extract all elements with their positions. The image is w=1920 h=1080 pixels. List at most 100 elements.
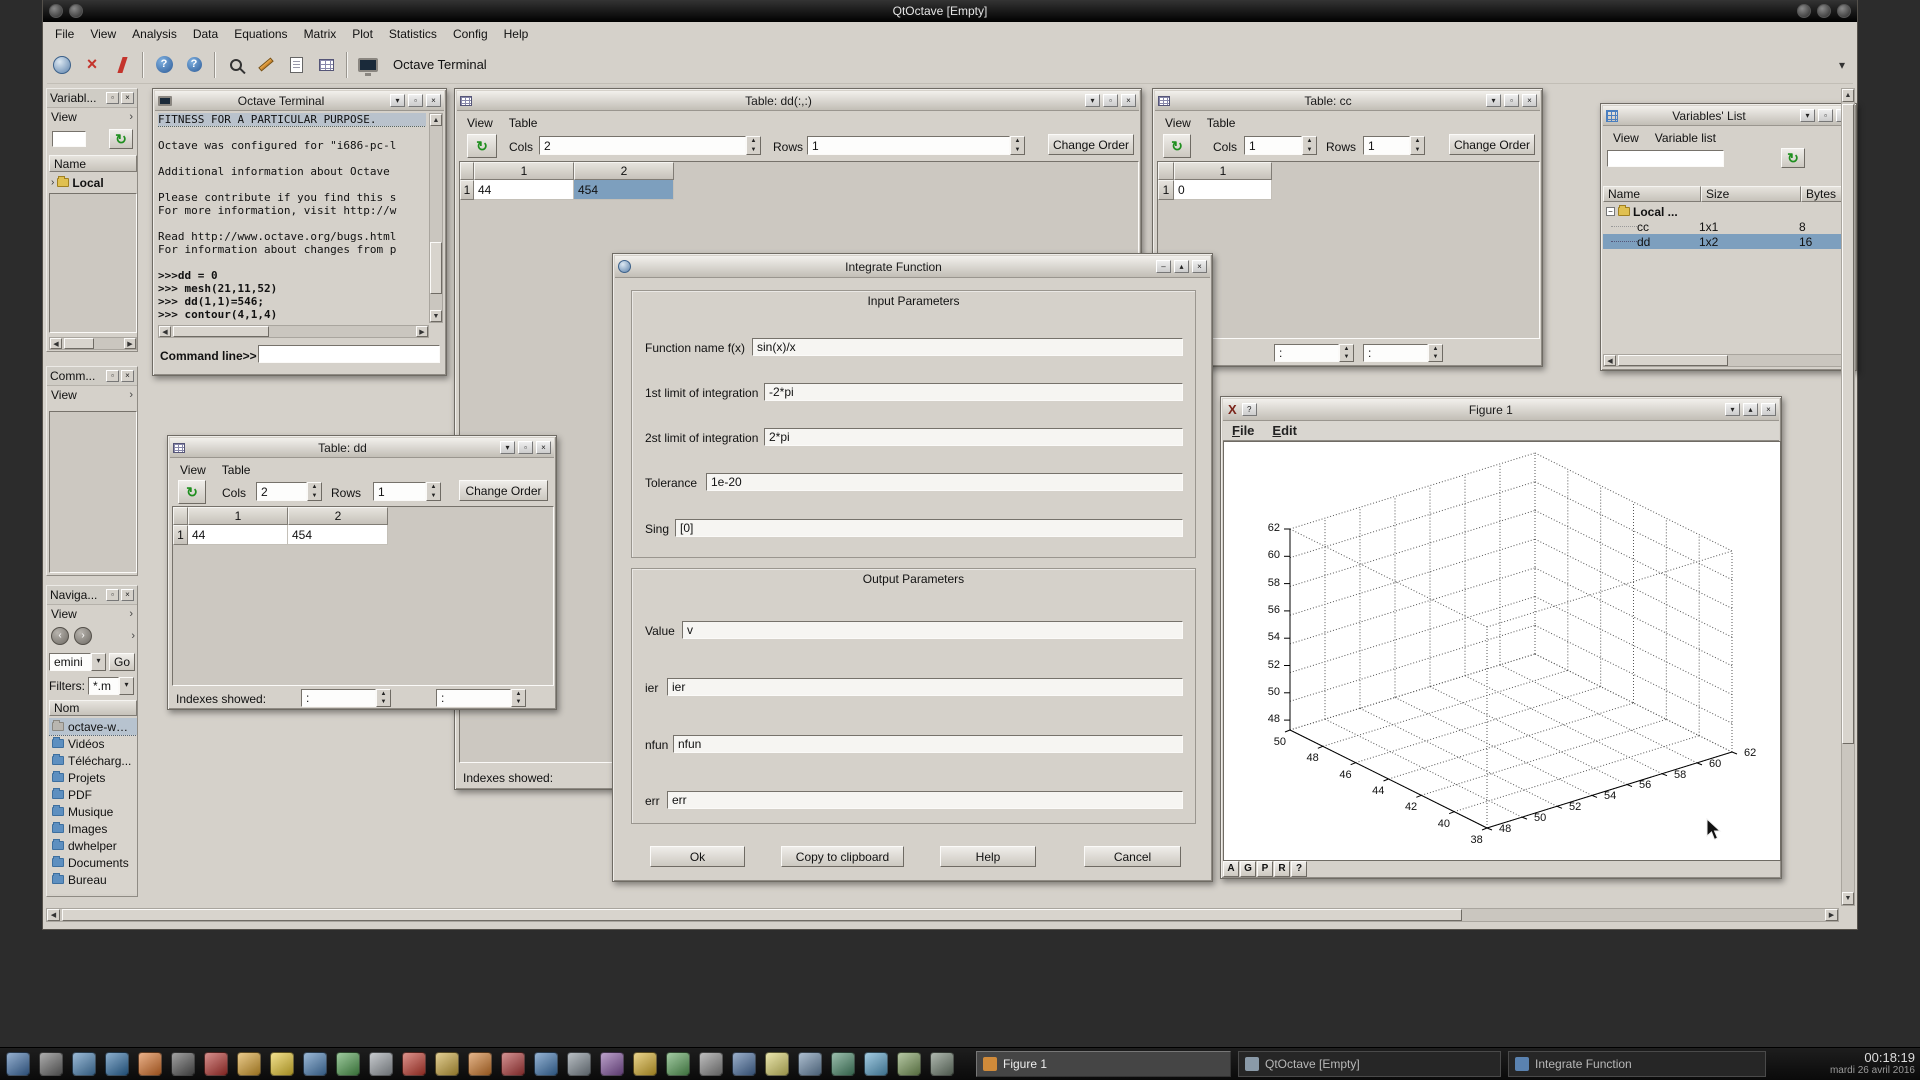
chevron-right-icon[interactable]: › (131, 630, 135, 642)
combo-arrow[interactable]: ▾ (119, 677, 134, 695)
refresh-button[interactable]: ↻ (178, 480, 206, 504)
spin-arrows[interactable]: ▲▼ (1428, 344, 1443, 362)
web-browser-icon[interactable] (105, 1052, 129, 1076)
spin-down-icon[interactable]: ▼ (1429, 353, 1442, 361)
spin-down-icon[interactable]: ▼ (308, 492, 321, 501)
float-icon[interactable]: ▫ (408, 94, 423, 107)
value-field[interactable]: v (682, 621, 1183, 639)
float-icon[interactable]: ▫ (1504, 94, 1519, 107)
spin-arrows[interactable]: ▲▼ (1339, 344, 1354, 362)
dialog-titlebar[interactable]: Integrate Function – ▴ × (615, 256, 1210, 278)
spin-up-icon[interactable]: ▲ (1411, 137, 1424, 146)
go-button[interactable]: Go (109, 653, 135, 671)
quit-icon[interactable]: × (77, 50, 107, 80)
table-cell[interactable]: 44 (188, 525, 288, 545)
spin-down-icon[interactable]: ▼ (1303, 146, 1316, 155)
scrollbar-slider[interactable] (173, 326, 269, 337)
menu-view[interactable]: View (1605, 128, 1647, 146)
scroll-left-icon[interactable]: ◀ (50, 338, 62, 349)
chevron-right-icon[interactable]: › (129, 389, 133, 401)
back-icon[interactable]: ‹ (51, 627, 69, 645)
navigator-item[interactable]: Bureau (49, 871, 137, 888)
tree-collapse-icon[interactable]: − (1606, 207, 1615, 216)
column-header[interactable]: 2 (288, 507, 388, 525)
toolbar-extension-icon[interactable]: ▾ (1839, 58, 1845, 72)
navigator-item[interactable]: dwhelper (49, 837, 137, 854)
terminal-output[interactable]: FITNESS FOR A PARTICULAR PURPOSE. Octave… (158, 113, 426, 323)
rows-spinbox[interactable]: 1 ▲▼ (1363, 136, 1425, 155)
index-spinbox[interactable]: : ▲▼ (436, 689, 526, 707)
rows-spinbox[interactable]: 1 ▲▼ (373, 482, 441, 501)
menu-view[interactable]: View (459, 113, 501, 133)
menu-data[interactable]: Data (185, 24, 226, 44)
index-spinbox[interactable]: : ▲▼ (1274, 344, 1354, 362)
table-cell[interactable]: 454 (288, 525, 388, 545)
variables-list-hscrollbar[interactable]: ◀ ▶ (1603, 354, 1854, 367)
figure-canvas[interactable]: 6260585654525048504846444240384850525456… (1223, 441, 1781, 861)
chevron-right-icon[interactable]: › (129, 111, 133, 123)
navigator-item[interactable]: PDF (49, 786, 137, 803)
close-icon[interactable]: × (121, 370, 134, 382)
close-icon[interactable] (1837, 4, 1851, 18)
terminal-titlebar[interactable]: Octave Terminal ▾ ▫ × (155, 91, 444, 111)
terminal-hscrollbar[interactable]: ◀ ▶ (158, 325, 429, 338)
scroll-left-icon[interactable]: ◀ (47, 909, 60, 921)
navigator-item[interactable]: Télécharg... (49, 752, 137, 769)
notes-icon[interactable] (765, 1052, 789, 1076)
spin-up-icon[interactable]: ▲ (308, 483, 321, 492)
spin-up-icon[interactable]: ▲ (512, 690, 525, 698)
settings-icon[interactable] (567, 1052, 591, 1076)
pdf-icon[interactable] (402, 1052, 426, 1076)
terminal-vscrollbar[interactable]: ▲ ▼ (429, 113, 443, 323)
navigator-item[interactable]: Documents (49, 854, 137, 871)
zoom-icon[interactable] (221, 50, 251, 80)
taskbar-task[interactable]: QtOctave [Empty] (1238, 1051, 1501, 1077)
spin-up-icon[interactable]: ▲ (427, 483, 440, 492)
close-icon[interactable]: × (121, 92, 134, 104)
table-cell[interactable]: 44 (474, 180, 574, 200)
menu-table[interactable]: Table (214, 460, 259, 478)
variables-filter-field[interactable] (52, 131, 86, 147)
spin-up-icon[interactable]: ▲ (377, 690, 390, 698)
image-viewer-icon[interactable] (435, 1052, 459, 1076)
document-icon[interactable] (281, 50, 311, 80)
taskbar-task[interactable]: Figure 1 (976, 1051, 1231, 1077)
mdi-vscrollbar[interactable]: ▲ ▼ (1841, 88, 1855, 906)
spin-up-icon[interactable]: ▲ (1340, 345, 1353, 353)
spin-down-icon[interactable]: ▼ (377, 698, 390, 706)
figure-tool-r[interactable]: R (1274, 861, 1290, 877)
close-icon[interactable]: × (121, 589, 134, 601)
software-update-icon[interactable] (666, 1052, 690, 1076)
name-column-header[interactable]: Name (1603, 186, 1701, 202)
media-player-icon[interactable] (501, 1052, 525, 1076)
command-line-input[interactable] (258, 345, 440, 363)
shade-icon[interactable]: ▾ (1725, 403, 1740, 416)
help-button[interactable]: Help (940, 846, 1036, 867)
spin-up-icon[interactable]: ▲ (1303, 137, 1316, 146)
menu-variable-list[interactable]: Variable list (1647, 128, 1724, 146)
spin-up-icon[interactable]: ▲ (1011, 137, 1024, 146)
float-icon[interactable]: ▫ (1103, 94, 1118, 107)
shade-icon[interactable]: ▾ (500, 441, 515, 454)
commands-list-area[interactable] (49, 411, 137, 573)
float-icon[interactable]: ▫ (106, 589, 119, 601)
cols-spinbox[interactable]: 2 ▲▼ (256, 482, 322, 501)
size-column-header[interactable]: Size (1701, 186, 1801, 202)
spin-down-icon[interactable]: ▼ (512, 698, 525, 706)
spin-arrows[interactable]: ▲▼ (746, 136, 761, 155)
menu-table[interactable]: Table (1199, 113, 1244, 133)
spin-up-icon[interactable]: ▲ (1429, 345, 1442, 353)
spin-down-icon[interactable]: ▼ (747, 146, 760, 155)
navigator-dock-titlebar[interactable]: Naviga... ▫ × (47, 586, 137, 605)
spin-down-icon[interactable]: ▼ (1411, 146, 1424, 155)
column-header[interactable]: 1 (474, 162, 574, 180)
spin-arrows[interactable]: ▲▼ (376, 689, 391, 707)
figure-menu-file[interactable]: File (1223, 421, 1263, 440)
scroll-up-icon[interactable]: ▲ (430, 114, 442, 126)
scroll-left-icon[interactable]: ◀ (159, 326, 171, 337)
ier-field[interactable]: ier (667, 678, 1183, 696)
figure-tool-p[interactable]: P (1257, 861, 1273, 877)
shade-icon[interactable]: ▾ (1486, 94, 1501, 107)
first-limit-field[interactable]: -2*pi (764, 383, 1183, 401)
variables-list-titlebar[interactable]: Variables' List ▾ ▫ × (1603, 106, 1854, 126)
